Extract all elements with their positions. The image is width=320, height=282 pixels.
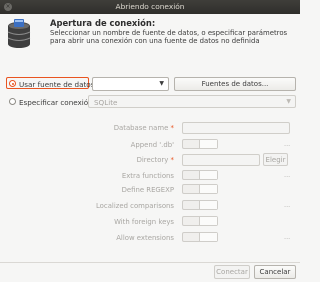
switch-knob: [199, 201, 217, 209]
window-title: Abriendo conexión: [115, 2, 185, 11]
footer-separator: [0, 262, 300, 263]
foreign-keys-label: With foreign keys: [114, 218, 174, 226]
switch-knob: [199, 185, 217, 193]
switch-knob: [199, 233, 217, 241]
append-db-switch[interactable]: [182, 139, 218, 149]
cancel-button[interactable]: Cancelar: [254, 265, 296, 279]
close-icon[interactable]: ×: [4, 3, 12, 11]
localized-comparisons-switch[interactable]: [182, 200, 218, 210]
append-db-more[interactable]: ...: [284, 140, 290, 148]
connection-radio[interactable]: [9, 98, 16, 105]
switch-knob: [199, 217, 217, 225]
foreign-keys-switch[interactable]: [182, 216, 218, 226]
define-regexp-label: Define REGEXP: [121, 186, 174, 194]
directory-input[interactable]: [182, 154, 260, 166]
dialog-heading: Apertura de conexión:: [50, 18, 156, 28]
datasource-radio[interactable]: [9, 80, 16, 87]
driver-combo-value: SQLite: [94, 98, 118, 107]
chevron-down-icon: ▼: [159, 80, 164, 87]
switch-knob: [199, 140, 217, 148]
dialog-description: Seleccionar un nombre de fuente de datos…: [50, 29, 288, 46]
datasource-combo[interactable]: ▼: [92, 77, 169, 91]
window-titlebar: × Abriendo conexión: [0, 0, 300, 14]
chevron-down-icon: ▼: [286, 98, 291, 105]
switch-knob: [199, 171, 217, 179]
driver-combo[interactable]: SQLite ▼: [88, 95, 296, 108]
connect-button[interactable]: Conectar: [214, 265, 250, 279]
directory-label: Directory *: [136, 156, 174, 164]
localized-comparisons-label: Localized comparisons: [95, 202, 174, 210]
database-name-input[interactable]: [182, 122, 290, 134]
database-name-label: Database name *: [113, 124, 174, 132]
database-icon: [7, 19, 31, 48]
extra-functions-more[interactable]: ...: [284, 171, 290, 179]
append-db-label: Append '.db': [130, 141, 174, 149]
define-regexp-switch[interactable]: [182, 184, 218, 194]
localized-comparisons-more[interactable]: ...: [284, 201, 290, 209]
datasource-radio-label[interactable]: Usar fuente de datos:: [19, 80, 97, 89]
extra-functions-switch[interactable]: [182, 170, 218, 180]
extra-functions-label: Extra functions: [121, 172, 174, 180]
choose-directory-button[interactable]: Elegir: [263, 153, 288, 166]
datasources-button[interactable]: Fuentes de datos...: [174, 77, 296, 91]
allow-extensions-more[interactable]: ...: [284, 233, 290, 241]
allow-extensions-label: Allow extensions: [116, 234, 174, 242]
allow-extensions-switch[interactable]: [182, 232, 218, 242]
connection-radio-label[interactable]: Especificar conexión:: [19, 98, 95, 107]
